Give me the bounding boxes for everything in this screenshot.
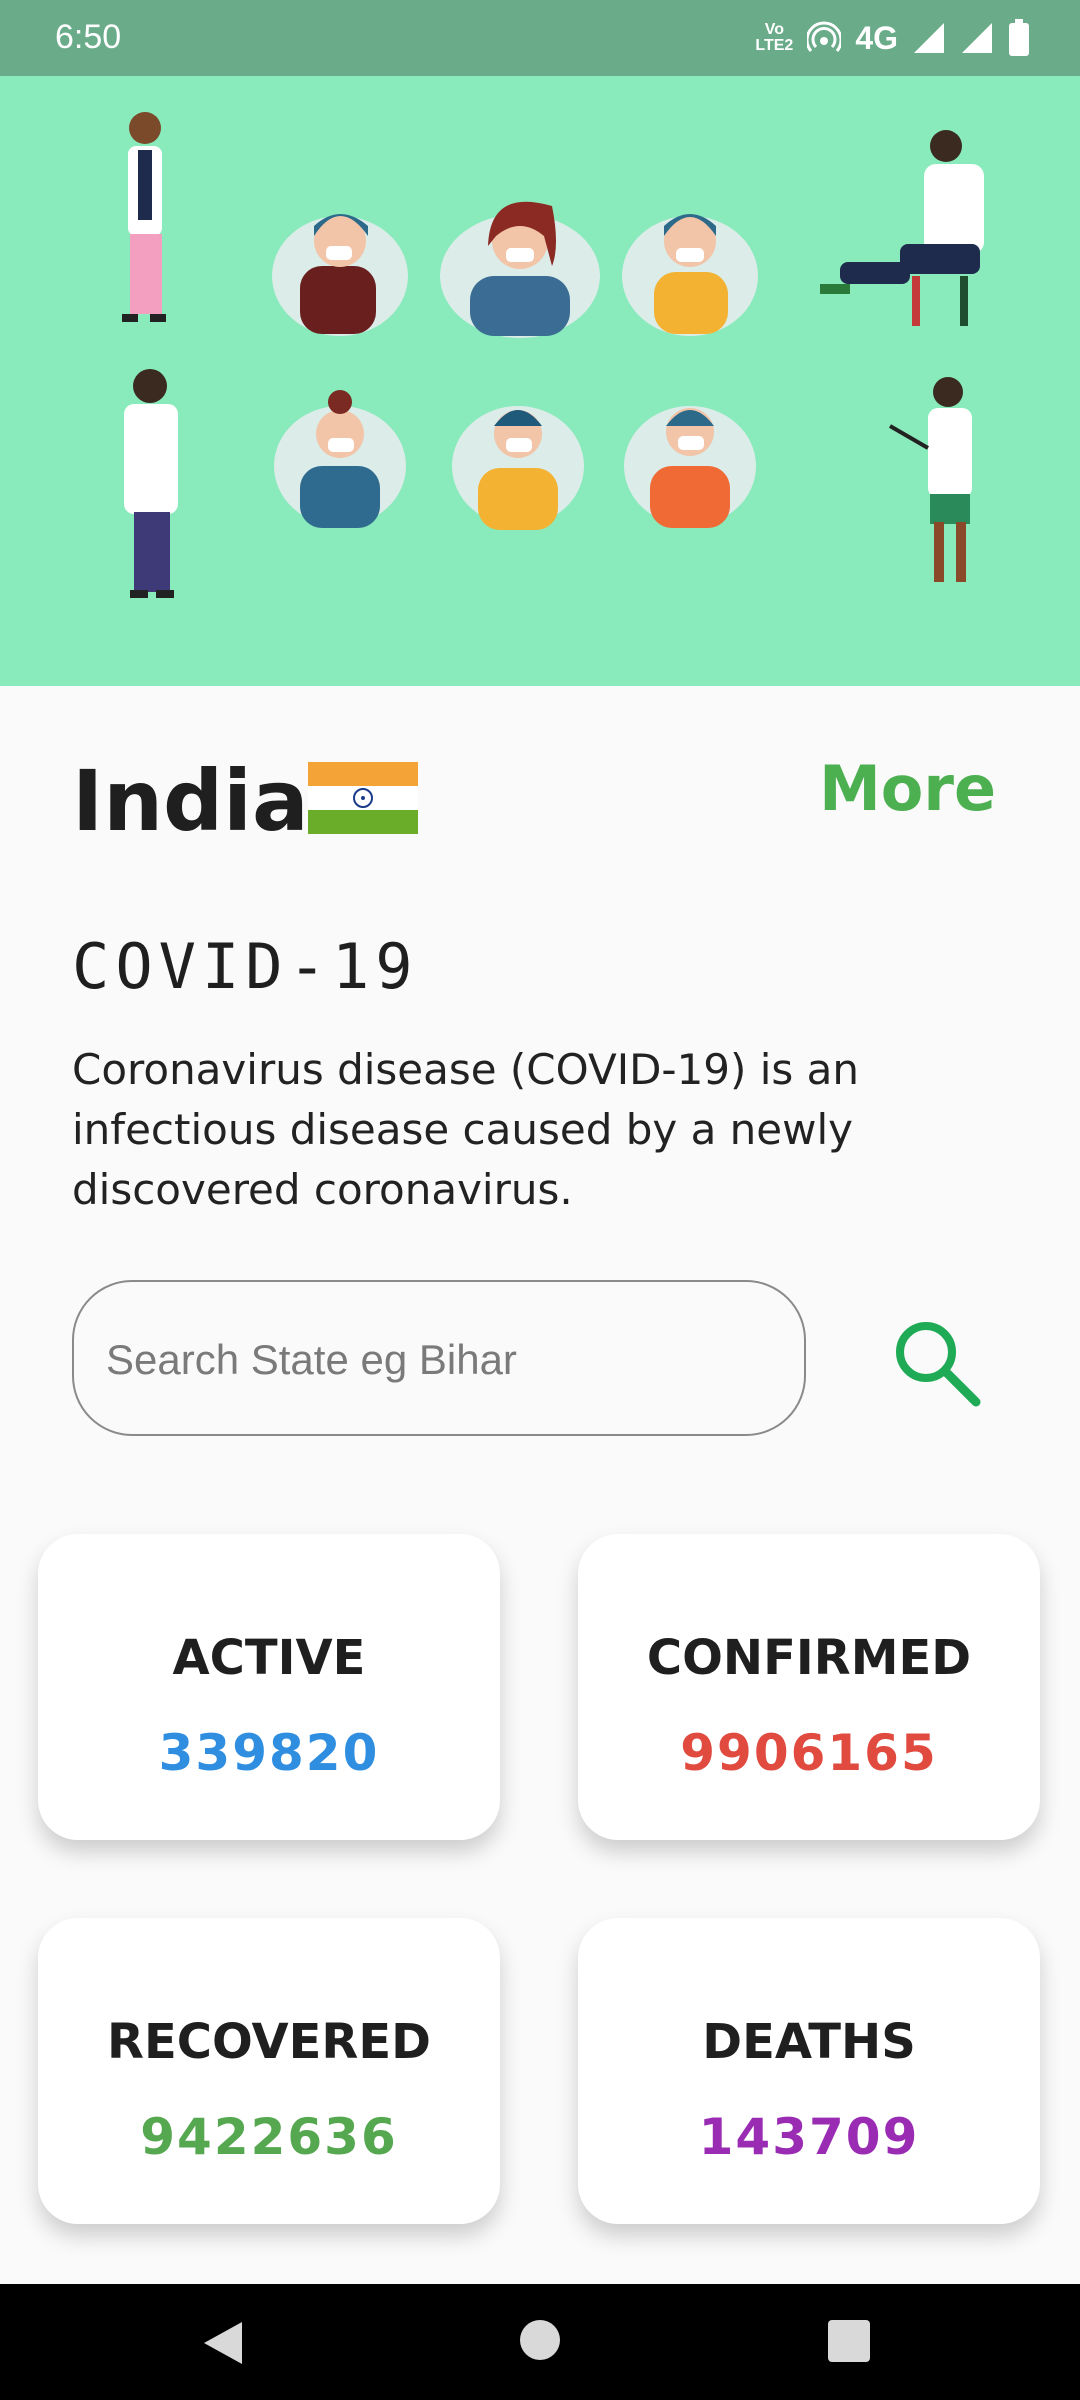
signal-icon — [914, 23, 944, 53]
masked-person — [440, 201, 600, 338]
masked-person — [622, 214, 758, 336]
navigation-bar — [0, 2284, 1080, 2400]
stat-card-recovered: RECOVERED 9422636 — [38, 1918, 500, 2224]
masked-person — [274, 390, 406, 528]
hotspot-icon — [807, 21, 842, 52]
home-icon[interactable] — [520, 2320, 560, 2360]
more-button[interactable]: More — [819, 752, 996, 825]
stat-card-active: ACTIVE 339820 — [38, 1534, 500, 1840]
recents-icon[interactable] — [828, 2320, 870, 2362]
india-flag-icon — [308, 762, 418, 834]
stat-value: 339820 — [158, 1724, 380, 1782]
stat-card-deaths: DEATHS 143709 — [578, 1918, 1040, 2224]
search-input[interactable] — [104, 1322, 758, 1398]
stat-value: 9906165 — [680, 1724, 938, 1782]
country-name: India — [72, 752, 309, 850]
stat-value: 9422636 — [140, 2108, 398, 2166]
stat-label: RECOVERED — [106, 2014, 432, 2070]
masked-person — [624, 406, 756, 528]
doctor-figure — [122, 112, 166, 322]
doctor-figure — [124, 369, 178, 598]
network-4g-icon: 4G — [855, 19, 898, 56]
masked-person — [272, 214, 408, 336]
stat-label: ACTIVE — [172, 1630, 366, 1686]
volte-icon: Vo LTE2 — [755, 21, 794, 54]
masked-person — [452, 406, 584, 530]
stat-card-confirmed: CONFIRMED 9906165 — [578, 1534, 1040, 1840]
section-title: COVID-19 — [72, 930, 419, 1003]
doctor-figure — [888, 377, 972, 582]
hero-illustration — [0, 76, 1080, 686]
signal-icon-2 — [962, 23, 992, 53]
doctor-figure — [820, 130, 984, 326]
battery-icon — [1009, 19, 1029, 56]
section-description: Coronavirus disease (COVID-19) is an inf… — [72, 1045, 860, 1214]
back-icon[interactable] — [200, 2318, 246, 2368]
search-field[interactable] — [72, 1280, 806, 1436]
search-icon[interactable] — [884, 1310, 994, 1420]
clock: 6:50 — [55, 18, 122, 56]
stat-value: 143709 — [698, 2108, 920, 2166]
status-icons: Vo LTE2 4G — [755, 16, 1030, 60]
people-illustration — [122, 112, 984, 598]
stat-label: DEATHS — [702, 2014, 916, 2070]
stat-label: CONFIRMED — [646, 1630, 972, 1686]
status-bar: 6:50 Vo LTE2 4G — [0, 0, 1080, 76]
